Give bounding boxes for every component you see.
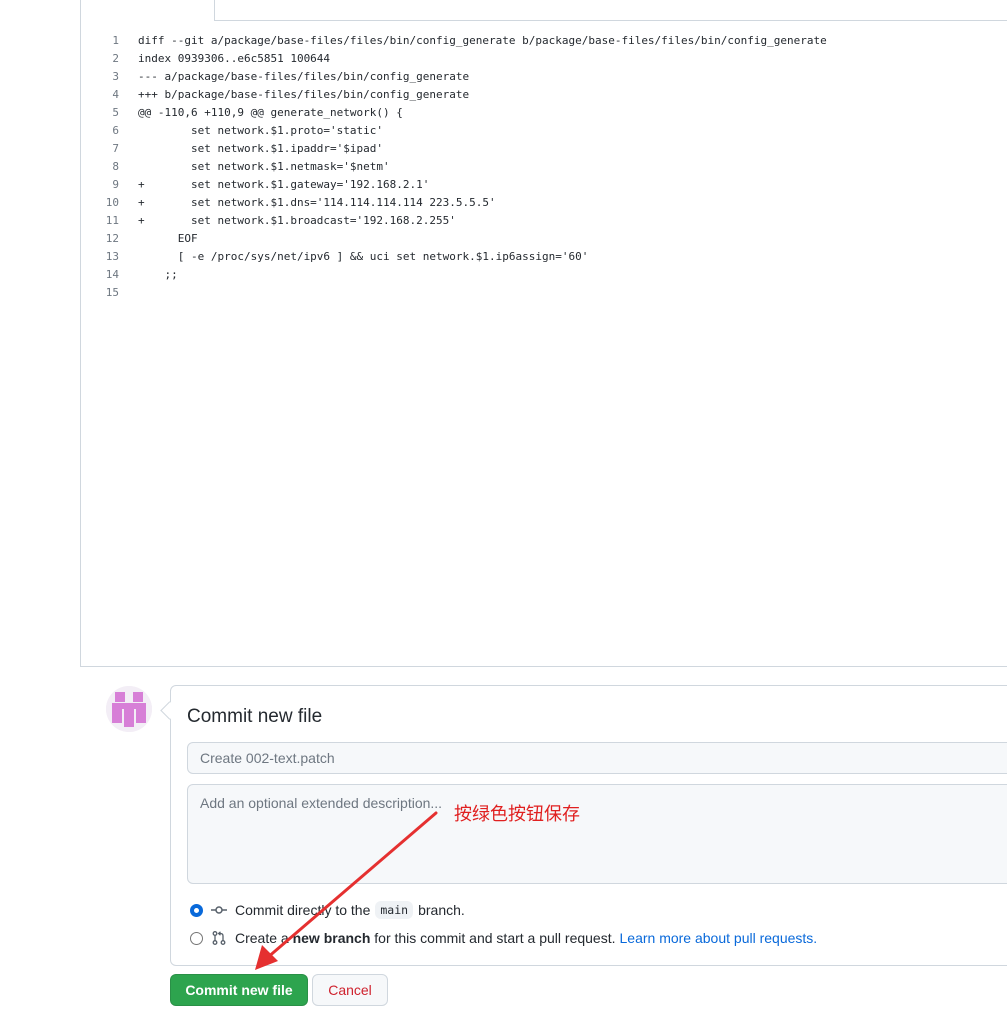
line-number: 14 bbox=[105, 268, 119, 281]
line-number: 13 bbox=[105, 250, 119, 263]
line-content: + set network.$1.gateway='192.168.2.1' bbox=[138, 178, 430, 191]
line-number: 6 bbox=[112, 124, 119, 137]
git-pull-request-icon bbox=[212, 931, 226, 945]
commit-direct-suffix: branch. bbox=[418, 902, 465, 918]
line-number: 10 bbox=[105, 196, 119, 209]
line-content: index 0939306..e6c5851 100644 bbox=[138, 52, 331, 65]
line-content: set network.$1.netmask='$netm' bbox=[138, 160, 390, 173]
identicon-icon bbox=[106, 686, 152, 732]
commit-title: Commit new file bbox=[187, 706, 323, 727]
line-number: 1 bbox=[112, 34, 119, 47]
line-content: + set network.$1.broadcast='192.168.2.25… bbox=[138, 214, 456, 227]
line-content: EOF bbox=[138, 232, 198, 245]
commit-new-file-button[interactable]: Commit new file bbox=[170, 974, 308, 1006]
commit-direct-radio[interactable] bbox=[190, 903, 203, 917]
code-line: 11 + set network.$1.broadcast='192.168.2.… bbox=[81, 212, 1007, 230]
line-number: 7 bbox=[112, 142, 119, 155]
code-line: 5 @@ -110,6 +110,9 @@ generate_network() … bbox=[81, 104, 1007, 122]
code-line: 10 + set network.$1.dns='114.114.114.114 … bbox=[81, 194, 1007, 212]
line-number: 11 bbox=[105, 214, 119, 227]
line-content: --- a/package/base-files/files/bin/confi… bbox=[138, 70, 470, 83]
cancel-button[interactable]: Cancel bbox=[312, 974, 388, 1006]
code-line: 4 +++ b/package/base-files/files/bin/conf… bbox=[81, 86, 1007, 104]
code-line: 6 set network.$1.proto='static' bbox=[81, 122, 1007, 140]
line-content: @@ -110,6 +110,9 @@ generate_network() { bbox=[138, 106, 403, 119]
annotation-label: 按绿色按钮保存 bbox=[454, 804, 580, 825]
line-content: + set network.$1.dns='114.114.114.114 22… bbox=[138, 196, 496, 209]
avatar[interactable] bbox=[106, 686, 152, 732]
line-number: 9 bbox=[112, 178, 119, 191]
line-number: 2 bbox=[112, 52, 119, 65]
new-branch-suffix: for this commit and start a pull request… bbox=[374, 930, 616, 946]
line-content: set network.$1.ipaddr='$ipad' bbox=[138, 142, 384, 155]
commit-description-input[interactable] bbox=[187, 784, 1007, 884]
branch-name: main bbox=[375, 901, 414, 919]
line-number: 4 bbox=[112, 88, 119, 101]
new-branch-radio[interactable] bbox=[190, 931, 203, 945]
code-line: 15 bbox=[81, 284, 1007, 302]
commit-summary-input[interactable] bbox=[187, 742, 1007, 774]
editor-toolbar bbox=[214, 0, 1007, 21]
new-branch-bold: new branch bbox=[292, 930, 371, 946]
new-branch-option[interactable]: Create a new branch for this commit and … bbox=[190, 930, 817, 946]
git-commit-icon bbox=[211, 906, 227, 914]
line-number: 15 bbox=[105, 286, 119, 299]
code-line: 2 index 0939306..e6c5851 100644 bbox=[81, 50, 1007, 68]
line-content: ;; bbox=[138, 268, 178, 281]
line-number: 12 bbox=[105, 232, 119, 245]
line-content: [ -e /proc/sys/net/ipv6 ] && uci set net… bbox=[138, 250, 589, 263]
commit-direct-prefix: Commit directly to the bbox=[235, 902, 371, 918]
commit-direct-option[interactable]: Commit directly to the main branch. bbox=[190, 901, 465, 919]
code-line: 12 EOF bbox=[81, 230, 1007, 248]
line-number: 3 bbox=[112, 70, 119, 83]
learn-more-pull-requests-link[interactable]: Learn more about pull requests. bbox=[620, 930, 818, 946]
line-content: set network.$1.proto='static' bbox=[138, 124, 384, 137]
code-line: 7 set network.$1.ipaddr='$ipad' bbox=[81, 140, 1007, 158]
code-line: 13 [ -e /proc/sys/net/ipv6 ] && uci set … bbox=[81, 248, 1007, 266]
line-number: 8 bbox=[112, 160, 119, 173]
code-line: 8 set network.$1.netmask='$netm' bbox=[81, 158, 1007, 176]
code-line: 1 diff --git a/package/base-files/files/b… bbox=[81, 32, 1007, 50]
file-editor[interactable]: 1 diff --git a/package/base-files/files/b… bbox=[80, 0, 1007, 667]
code-line: 14 ;; bbox=[81, 266, 1007, 284]
new-branch-prefix: Create a bbox=[235, 930, 289, 946]
line-content: +++ b/package/base-files/files/bin/confi… bbox=[138, 88, 470, 101]
line-content: diff --git a/package/base-files/files/bi… bbox=[138, 34, 827, 47]
line-number: 5 bbox=[112, 106, 119, 119]
code-line: 3 --- a/package/base-files/files/bin/conf… bbox=[81, 68, 1007, 86]
code-view[interactable]: 1 diff --git a/package/base-files/files/b… bbox=[81, 32, 1007, 302]
code-line: 9 + set network.$1.gateway='192.168.2.1' bbox=[81, 176, 1007, 194]
